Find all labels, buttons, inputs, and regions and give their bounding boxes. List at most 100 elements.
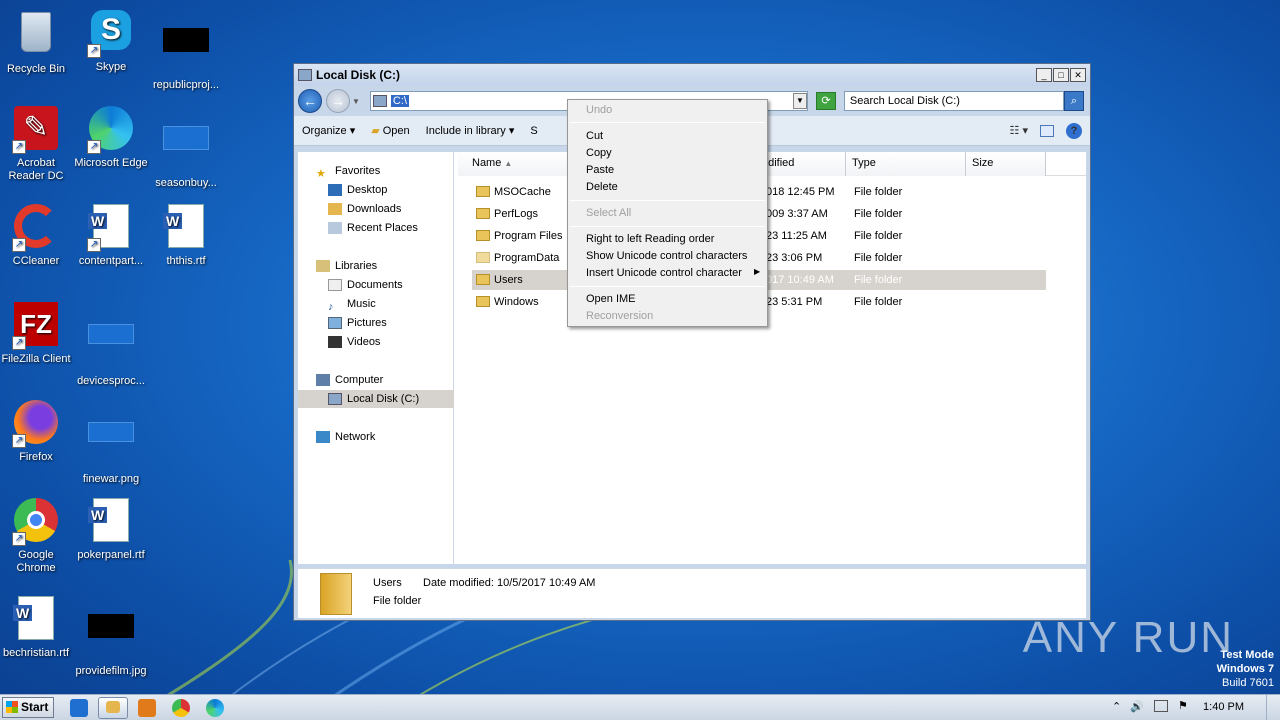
desktop-icon-bechristian[interactable]: W bechristian.rtf — [0, 594, 74, 660]
edge-icon[interactable] — [206, 699, 224, 717]
column-headers: Name ▲ odified Type Size — [458, 152, 1086, 176]
downloads-folder-icon — [328, 203, 342, 216]
desktop-icon-finewar[interactable]: finewar.png — [73, 398, 149, 486]
menu-item-show-unicode[interactable]: Show Unicode control characters — [586, 250, 747, 262]
show-desktop-button[interactable] — [1266, 695, 1280, 720]
desktop-icon-devicesproc[interactable]: devicesproc... — [73, 300, 149, 388]
menu-item-copy[interactable]: Copy — [586, 147, 612, 159]
forward-button[interactable]: → — [326, 89, 350, 113]
action-center-flag-icon[interactable]: ⚑ — [1178, 699, 1188, 712]
word-document-icon: W ↗ — [87, 204, 135, 252]
share-button[interactable]: S — [530, 125, 537, 137]
ccleaner-icon: ↗ — [12, 204, 60, 252]
chrome-icon: ↗ — [12, 498, 60, 546]
desktop-icon-firefox[interactable]: ↗ Firefox — [0, 398, 74, 464]
nav-libraries[interactable]: Libraries — [298, 257, 454, 275]
desktop-icon-contentpart[interactable]: W ↗ contentpart... — [73, 202, 149, 268]
libraries-icon — [316, 260, 330, 273]
help-icon[interactable]: ? — [1066, 122, 1082, 139]
nav-recent-places[interactable]: Recent Places — [298, 219, 454, 237]
skype-icon: S ↗ — [87, 10, 135, 58]
acrobat-icon: ✎ ↗ — [12, 106, 60, 154]
menu-item-select-all[interactable]: Select All — [586, 207, 631, 219]
folder-icon — [476, 230, 490, 241]
internet-explorer-icon[interactable] — [70, 699, 88, 717]
nav-music[interactable]: ♪ Music — [298, 295, 454, 313]
nav-videos[interactable]: Videos — [298, 333, 454, 351]
nav-computer[interactable]: Computer — [298, 371, 454, 389]
desktop-icon-republicproj[interactable]: republicproj... — [148, 8, 224, 92]
open-folder-icon: ▰ — [371, 125, 380, 137]
menu-separator — [570, 286, 765, 287]
details-pane: Users Date modified: 10/5/2017 10:49 AM … — [298, 568, 1086, 618]
nav-downloads[interactable]: Downloads — [298, 200, 454, 218]
back-button[interactable]: ← — [298, 89, 322, 113]
context-menu: Undo Cut Copy Paste Delete Select All Ri… — [567, 99, 768, 327]
maximize-button[interactable]: □ — [1053, 68, 1069, 82]
preview-pane-icon[interactable] — [1040, 124, 1054, 137]
address-path[interactable]: C:\ — [390, 95, 409, 107]
minimize-button[interactable]: _ — [1036, 68, 1052, 82]
desktop-icon-recycle-bin[interactable]: Recycle Bin — [0, 8, 74, 76]
menu-item-reconversion[interactable]: Reconversion — [586, 310, 653, 322]
nav-favorites[interactable]: ★ Favorites — [298, 162, 454, 180]
desktop-icon-filezilla[interactable]: FZ ↗ FileZilla Client — [0, 300, 74, 366]
nav-desktop[interactable]: Desktop — [298, 181, 454, 199]
drive-icon — [372, 95, 387, 107]
folder-icon — [476, 252, 490, 263]
search-input[interactable]: Search Local Disk (C:) — [843, 91, 1064, 111]
word-document-icon: W — [162, 204, 210, 252]
start-button[interactable]: Start — [2, 697, 54, 718]
folder-lock-icon — [476, 186, 490, 197]
menu-item-delete[interactable]: Delete — [586, 181, 618, 193]
desktop-icon-chrome[interactable]: ↗ Google Chrome — [0, 496, 74, 575]
refresh-button[interactable]: ⟳ — [815, 92, 836, 110]
open-button[interactable]: ▰ Open — [371, 124, 409, 137]
nav-local-disk[interactable]: Local Disk (C:) — [298, 390, 454, 408]
folder-icon — [476, 208, 490, 219]
desktop-icon-providefilm[interactable]: providefilm.jpg — [73, 594, 149, 678]
desktop-icon-skype[interactable]: S ↗ Skype — [73, 8, 149, 74]
desktop-icon-acrobat[interactable]: ✎ ↗ Acrobat Reader DC — [0, 104, 74, 183]
menu-item-undo[interactable]: Undo — [586, 104, 612, 116]
desktop-icon-pokerpanel[interactable]: W pokerpanel.rtf — [73, 496, 149, 562]
details-name: Users — [373, 577, 402, 589]
star-icon: ★ — [316, 168, 326, 181]
include-in-library-button[interactable]: Include in library ▾ — [426, 124, 515, 137]
nav-pictures[interactable]: Pictures — [298, 314, 454, 332]
menu-item-cut[interactable]: Cut — [586, 130, 603, 142]
column-size[interactable]: Size — [966, 152, 1046, 176]
address-dropdown-button[interactable]: ▼ — [792, 93, 807, 109]
column-type[interactable]: Type — [846, 152, 966, 176]
tray-chevron-icon[interactable]: ⌃ — [1112, 700, 1121, 713]
desktop-icon-ththis[interactable]: W ththis.rtf — [148, 202, 224, 268]
media-player-icon[interactable] — [138, 699, 156, 717]
search-icon[interactable]: ⌕ — [1063, 91, 1084, 111]
computer-icon — [316, 374, 330, 387]
menu-item-paste[interactable]: Paste — [586, 164, 614, 176]
details-modified: Date modified: 10/5/2017 10:49 AM — [423, 577, 596, 589]
organize-button[interactable]: Organize ▾ — [302, 124, 355, 137]
details-type: File folder — [373, 595, 422, 607]
chrome-icon[interactable] — [172, 699, 190, 717]
menu-item-open-ime[interactable]: Open IME — [586, 293, 636, 305]
title-bar[interactable]: Local Disk (C:) _ □ ✕ — [294, 64, 1090, 86]
menu-item-insert-unicode[interactable]: Insert Unicode control character — [586, 267, 742, 279]
menu-item-rtl-reading-order[interactable]: Right to left Reading order — [586, 233, 714, 245]
filezilla-icon: FZ ↗ — [12, 302, 60, 350]
test-mode-notice: Test Mode Windows 7 Build 7601 — [1216, 649, 1274, 689]
file-thumbnail-icon — [87, 324, 135, 372]
recent-pages-chevron-icon[interactable]: ▼ — [352, 97, 360, 106]
desktop-icon-edge[interactable]: ↗ Microsoft Edge — [73, 104, 149, 170]
volume-icon[interactable]: 🔊 — [1130, 700, 1144, 713]
view-options-icon[interactable]: ☷ ▾ — [1010, 124, 1028, 137]
nav-network[interactable]: Network — [298, 428, 454, 446]
close-button[interactable]: ✕ — [1070, 68, 1086, 82]
network-tray-icon[interactable] — [1154, 700, 1168, 712]
desktop-icon-ccleaner[interactable]: ↗ CCleaner — [0, 202, 74, 268]
nav-documents[interactable]: Documents — [298, 276, 454, 294]
edge-icon: ↗ — [87, 106, 135, 154]
clock[interactable]: 1:40 PM — [1203, 701, 1244, 713]
desktop-icon-seasonbuy[interactable]: seasonbuy... — [148, 104, 224, 190]
anyrun-watermark: ANY RUN — [1022, 613, 1234, 662]
